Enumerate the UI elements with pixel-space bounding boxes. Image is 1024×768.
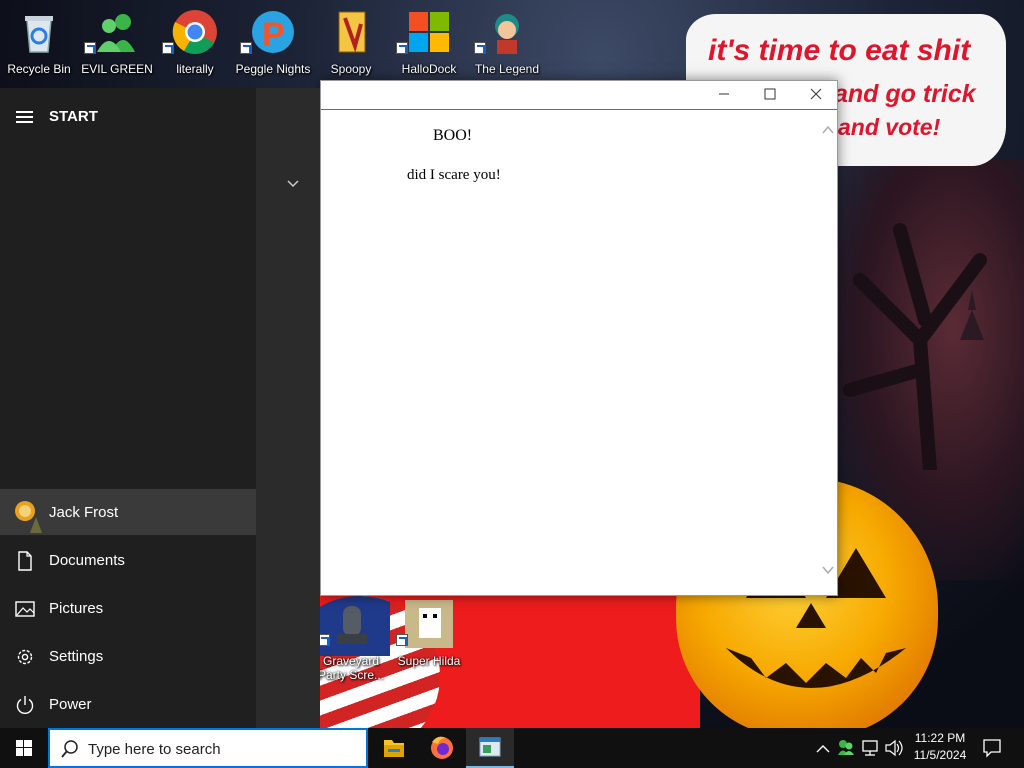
popup-window[interactable]: BOO! did I scare you!: [320, 80, 838, 596]
start-item-label: Pictures: [49, 600, 104, 617]
start-item-settings[interactable]: Settings: [0, 633, 256, 679]
green-men-icon: [97, 14, 135, 52]
chevron-down-icon[interactable]: [287, 180, 299, 188]
desktop-icon-label: Recycle Bin: [7, 62, 71, 76]
notepad-app-icon: [479, 737, 501, 757]
start-menu-rail: [0, 88, 256, 728]
green-men-tray-icon[interactable]: [836, 728, 856, 768]
desktop-icon-chrome[interactable]: literally: [156, 4, 234, 80]
vertical-scrollbar[interactable]: [820, 111, 837, 595]
chrome-icon: [172, 10, 217, 54]
minimize-icon: [719, 93, 729, 95]
desktop-icon-label: Graveyard Party Scre...: [317, 654, 385, 682]
bubble-line-2: and go trick: [834, 80, 976, 108]
window-content: BOO! did I scare you!: [321, 111, 821, 595]
hamburger-menu-icon[interactable]: [16, 110, 34, 124]
windows-start-icon: [16, 740, 32, 756]
super-hilda-icon: [405, 600, 453, 648]
desktop-icon-peggle[interactable]: P Peggle Nights: [234, 4, 312, 80]
close-button[interactable]: [793, 81, 839, 109]
desktop-icon-hallodock[interactable]: HalloDock: [390, 4, 468, 80]
taskbar-app-notepad[interactable]: [466, 728, 514, 768]
bubble-line-1: it's time to eat shit: [708, 34, 971, 67]
desktop-icon-label: HalloDock: [401, 62, 457, 76]
start-menu-header[interactable]: START: [0, 100, 256, 132]
start-item-label: Settings: [49, 648, 104, 665]
shortcut-arrow-icon: [474, 42, 486, 54]
search-icon: [61, 740, 78, 758]
spooky-tree: [843, 223, 987, 470]
spoopy-icon: [338, 11, 366, 53]
document-icon: [18, 551, 32, 571]
desktop-icon-super-hilda[interactable]: Super Hilda: [390, 596, 468, 672]
pictures-icon: [15, 601, 35, 617]
desktop-icon-the-legend[interactable]: The Legend: [468, 4, 546, 80]
desktop-icon-label: EVIL GREEN MEN CO: [81, 62, 153, 76]
desktop-icon-evil-green-men[interactable]: EVIL GREEN MEN CO: [78, 4, 156, 80]
shortcut-arrow-icon: [84, 42, 96, 54]
gear-icon: [17, 649, 33, 665]
recycle-bin-icon: [25, 16, 53, 53]
bubble-line-3: and vote!: [838, 114, 941, 140]
close-icon: [810, 88, 822, 100]
desktop-icon-recycle-bin[interactable]: Recycle Bin: [0, 4, 78, 80]
minimize-button[interactable]: [701, 81, 747, 109]
taskbar-app-file-explorer[interactable]: [370, 728, 418, 768]
show-hidden-icons-chevron-icon[interactable]: [814, 728, 832, 768]
power-icon: [16, 696, 34, 714]
desktop-icon-spoopy[interactable]: Spoopy: [312, 4, 390, 80]
start-item-label: Documents: [49, 552, 125, 569]
clock-time: 11:22 PM: [914, 731, 966, 745]
taskbar-clock[interactable]: 11:22 PM 11/5/2024: [900, 730, 980, 764]
desktop-icon-label: The Legend: [474, 62, 540, 76]
user-name: Jack Frost: [49, 504, 119, 521]
taskbar-app-firefox[interactable]: [418, 728, 466, 768]
scroll-arrows: [822, 125, 834, 575]
start-item-label: Power: [49, 696, 92, 713]
start-item-power[interactable]: Power: [0, 681, 256, 727]
start-item-documents[interactable]: Documents: [0, 537, 256, 583]
notification-center-icon[interactable]: [980, 728, 1004, 768]
maximize-icon: [764, 88, 776, 100]
file-explorer-icon: [384, 740, 404, 757]
clock-date: 11/5/2024: [913, 748, 967, 762]
desktop-icon-label: Peggle Nights: [235, 62, 311, 76]
start-title: START: [49, 108, 98, 125]
svg-text:P: P: [262, 16, 285, 54]
network-icon[interactable]: [860, 728, 882, 768]
start-button[interactable]: [0, 728, 48, 768]
firefox-icon: [431, 736, 453, 759]
desktop-icon-label: Super Hilda: [397, 654, 461, 668]
taskbar: Type here to search 11:22 PM 11/5/2024: [0, 728, 1024, 768]
window-titlebar[interactable]: [321, 81, 837, 110]
peggle-icon: P: [252, 11, 294, 54]
desktop-icon-label: Spoopy: [330, 62, 372, 76]
legend-game-icon: [495, 14, 519, 54]
start-menu[interactable]: START Jack Frost Documents Pictures Sett…: [0, 88, 320, 728]
boo-heading: BOO!: [433, 127, 473, 144]
search-placeholder: Type here to search: [88, 741, 221, 758]
shortcut-arrow-icon: [396, 42, 408, 54]
graveyard-icon: [337, 606, 367, 644]
start-item-pictures[interactable]: Pictures: [0, 585, 256, 631]
maximize-button[interactable]: [747, 81, 793, 109]
user-avatar-icon: [15, 501, 42, 533]
scare-message: did I scare you!: [407, 167, 501, 183]
taskbar-search-box[interactable]: Type here to search: [48, 728, 368, 768]
start-user-jack-frost[interactable]: Jack Frost: [0, 489, 256, 535]
desktop-icon-graveyard[interactable]: Graveyard Party Scre...: [312, 596, 390, 682]
windows-logo-icon: [409, 12, 449, 52]
shortcut-arrow-icon: [162, 42, 174, 54]
shortcut-arrow-icon: [240, 42, 252, 54]
desktop-icon-label: literally: [176, 62, 214, 76]
shortcut-arrow-icon: [396, 634, 408, 646]
